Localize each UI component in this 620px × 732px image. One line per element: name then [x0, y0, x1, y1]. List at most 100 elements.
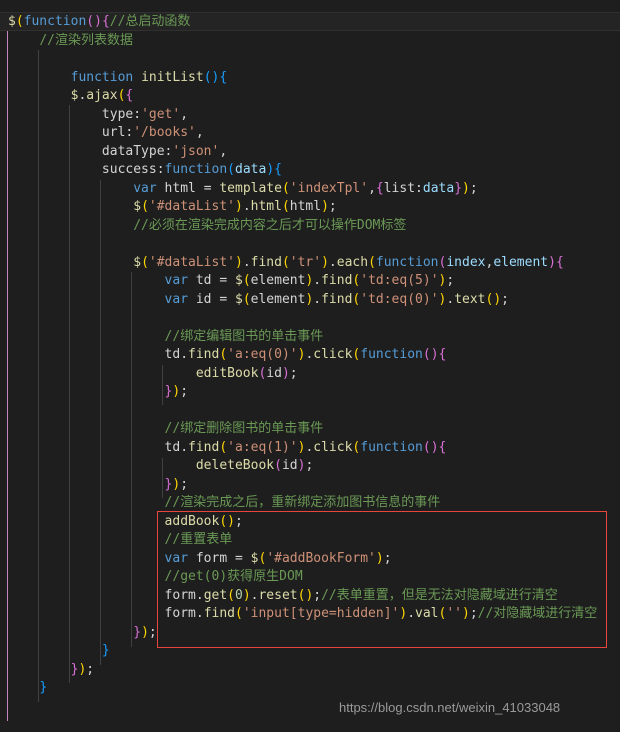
code-token: $	[133, 199, 142, 214]
code-token: 'a:eq(0)'	[227, 347, 298, 362]
code-token: $	[133, 254, 142, 270]
code-line: td.find('a:eq(0)').click(function(){	[0, 346, 597, 365]
code-token: var	[164, 550, 189, 566]
code-token: element	[493, 254, 549, 270]
code-token: ;	[180, 384, 189, 399]
code-token: ;	[469, 180, 478, 196]
code-line: //必须在渲染完成内容之后才可以操作DOM标签	[0, 217, 597, 236]
code-token: //必须在渲染完成内容之后才可以操作DOM标签	[133, 217, 407, 233]
code-token: $	[8, 14, 16, 29]
code-token: =	[219, 291, 228, 307]
code-token: 0	[235, 587, 243, 603]
code-token: '/books'	[133, 125, 196, 140]
code-token: function	[375, 254, 439, 270]
code-editor-pane[interactable]: $(function(){//总启动函数 //渲染列表数据 function i…	[0, 0, 620, 732]
code-token: (	[235, 606, 243, 621]
code-line: //get(0)获得原生DOM	[0, 568, 597, 587]
code-token: (	[422, 347, 431, 362]
code-token: //表单重置，但是无法对隐藏域进行清空	[321, 587, 558, 603]
code-token: }	[39, 680, 48, 695]
code-token: (	[219, 513, 228, 529]
code-line: }	[0, 679, 597, 698]
code-token: each	[336, 254, 369, 270]
code-token: (	[422, 439, 431, 455]
code-token: )	[94, 14, 102, 29]
code-token: function	[23, 14, 87, 29]
code-token: (	[227, 162, 235, 177]
code-token: '#addBookForm'	[266, 550, 376, 566]
code-token: {	[274, 162, 282, 177]
code-token: dataType	[101, 143, 165, 159]
code-token: .	[446, 291, 455, 307]
code-token: ;	[313, 587, 322, 603]
code-token: ;	[446, 273, 455, 288]
code-token: function	[360, 439, 423, 455]
code-token: .	[180, 439, 189, 455]
code-token: ;	[148, 624, 157, 640]
code-token: 'input[type=hidden]'	[242, 606, 400, 621]
code-token: success	[101, 162, 157, 177]
code-token: )	[141, 624, 149, 640]
code-token: )	[430, 347, 439, 362]
code-line: });	[0, 476, 597, 495]
code-line: $.ajax({	[0, 87, 597, 106]
code-token: editBook	[195, 365, 259, 381]
code-token: (	[219, 347, 228, 362]
code-token: $	[235, 273, 243, 288]
code-token: 'json'	[172, 143, 220, 159]
code-token: :	[133, 106, 142, 122]
code-token: {	[375, 180, 384, 196]
code-line: var id = $(element).find('td:eq(0)').tex…	[0, 291, 597, 310]
code-token: )	[548, 254, 556, 270]
code-token: ,	[368, 180, 376, 196]
code-token: ;	[469, 606, 478, 621]
code-token: //对隐藏域进行清空	[477, 606, 598, 621]
code-token: ;	[86, 661, 95, 677]
code-line: //绑定删除图书的单击事件	[0, 420, 597, 439]
code-token: )	[281, 365, 290, 381]
code-token: id	[188, 291, 220, 307]
code-token: val	[415, 606, 439, 621]
code-token: )	[321, 254, 329, 270]
code-token: (	[141, 254, 149, 270]
code-token: {	[101, 14, 110, 29]
code-token: (	[86, 14, 95, 29]
code-token: .	[195, 606, 204, 621]
code-token: (	[227, 587, 235, 603]
code-token: '#dataList'	[148, 254, 235, 270]
code-line: $(function(){//总启动函数	[0, 13, 597, 32]
code-line: //渲染完成之后，重新绑定添加图书信息的事件	[0, 494, 597, 513]
code-line: var form = $('#addBookForm');	[0, 550, 597, 569]
code-token: (	[281, 199, 290, 214]
code-token: index	[446, 254, 486, 270]
code-token: )	[234, 199, 243, 214]
code-token: find	[188, 439, 220, 455]
code-token: //渲染列表数据	[39, 32, 133, 48]
code-token: element	[250, 291, 306, 307]
code-token: $	[235, 291, 243, 307]
code-token: 'a:eq(1)'	[227, 439, 298, 455]
code-token: )	[321, 199, 329, 214]
code-token: function	[164, 162, 228, 177]
code-token: {	[438, 439, 447, 455]
code-line: var html = template('indexTpl',{list:dat…	[0, 180, 597, 199]
code-token: data	[422, 180, 455, 196]
code-line: //重置表单	[0, 531, 597, 550]
code-content[interactable]: $(function(){//总启动函数 //渲染列表数据 function i…	[0, 0, 597, 716]
